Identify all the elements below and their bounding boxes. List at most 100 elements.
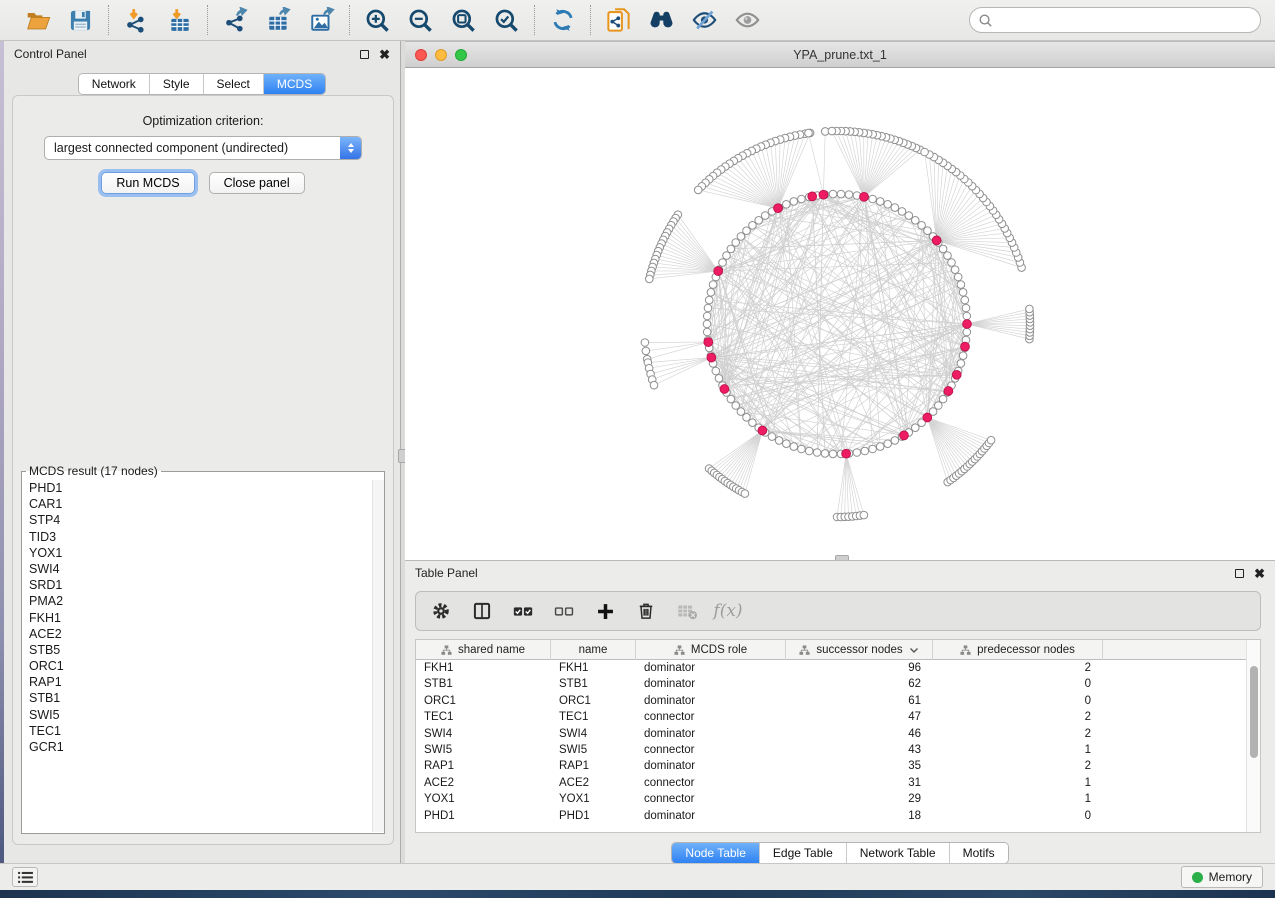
table-row[interactable]: TEC1 TEC1 connector 47 2 — [416, 709, 1260, 725]
add-column-icon[interactable] — [594, 600, 616, 622]
cell-name[interactable]: TEC1 — [551, 709, 636, 725]
float-window-icon[interactable] — [360, 50, 369, 59]
cell-shared-name[interactable]: SWI5 — [416, 742, 551, 758]
cell-predecessor-nodes[interactable]: 1 — [933, 791, 1103, 807]
network-view[interactable] — [405, 69, 1275, 561]
cell-mcds-role[interactable]: connector — [636, 791, 786, 807]
close-panel-icon[interactable]: ✖ — [379, 48, 390, 61]
cell-name[interactable]: ORC1 — [551, 693, 636, 709]
mcds-result-item[interactable]: ORC1 — [23, 658, 371, 674]
cell-shared-name[interactable]: RAP1 — [416, 758, 551, 774]
mcds-result-item[interactable]: CAR1 — [23, 496, 371, 512]
mcds-result-item[interactable]: PHD1 — [23, 480, 371, 496]
control-panel-tab[interactable]: Network — [79, 74, 150, 94]
cell-mcds-role[interactable]: dominator — [636, 808, 786, 824]
cell-successor-nodes[interactable]: 43 — [786, 742, 933, 758]
table-tab[interactable]: Motifs — [950, 843, 1008, 863]
cell-predecessor-nodes[interactable]: 1 — [933, 742, 1103, 758]
select-all-icon[interactable] — [512, 600, 534, 622]
cell-mcds-role[interactable]: dominator — [636, 693, 786, 709]
table-row[interactable]: STB1 STB1 dominator 62 0 — [416, 676, 1260, 692]
mcds-result-item[interactable]: STB1 — [23, 690, 371, 706]
cell-name[interactable]: STB1 — [551, 676, 636, 692]
cell-name[interactable]: YOX1 — [551, 791, 636, 807]
table-row[interactable]: SWI4 SWI4 dominator 46 2 — [416, 726, 1260, 742]
eye-icon[interactable] — [734, 7, 761, 34]
table-tab[interactable]: Network Table — [847, 843, 950, 863]
refresh-icon[interactable] — [549, 7, 576, 34]
cell-successor-nodes[interactable]: 47 — [786, 709, 933, 725]
table-tab[interactable]: Edge Table — [760, 843, 847, 863]
mcds-result-item[interactable]: TID3 — [23, 529, 371, 545]
mcds-result-item[interactable]: SWI4 — [23, 561, 371, 577]
mcds-result-item[interactable]: STB5 — [23, 642, 371, 658]
close-panel-button[interactable]: Close panel — [209, 172, 305, 194]
table-column-header[interactable]: MCDS role — [636, 640, 786, 660]
cell-successor-nodes[interactable]: 31 — [786, 775, 933, 791]
table-tab[interactable]: Node Table — [672, 843, 760, 863]
cell-shared-name[interactable]: SWI4 — [416, 726, 551, 742]
memory-button[interactable]: Memory — [1181, 866, 1263, 888]
control-panel-tab[interactable]: Select — [204, 74, 264, 94]
cell-name[interactable]: FKH1 — [551, 660, 636, 676]
table-column-header[interactable]: predecessor nodes — [933, 640, 1103, 660]
delete-column-icon[interactable] — [635, 600, 657, 622]
cell-shared-name[interactable]: ORC1 — [416, 693, 551, 709]
mcds-result-item[interactable]: RAP1 — [23, 674, 371, 690]
open-folder-icon[interactable] — [24, 7, 51, 34]
cell-mcds-role[interactable]: connector — [636, 742, 786, 758]
cell-mcds-role[interactable]: dominator — [636, 676, 786, 692]
table-row[interactable]: SWI5 SWI5 connector 43 1 — [416, 742, 1260, 758]
mcds-result-item[interactable]: PMA2 — [23, 593, 371, 609]
zoom-out-icon[interactable] — [407, 7, 434, 34]
mcds-result-item[interactable]: TEC1 — [23, 723, 371, 739]
cell-mcds-role[interactable]: dominator — [636, 758, 786, 774]
cell-predecessor-nodes[interactable]: 0 — [933, 676, 1103, 692]
mcds-list-scrollbar[interactable] — [372, 480, 384, 832]
mcds-result-item[interactable]: GCR1 — [23, 739, 371, 755]
network-file-icon[interactable] — [605, 7, 632, 34]
cell-successor-nodes[interactable]: 62 — [786, 676, 933, 692]
import-network-icon[interactable] — [123, 7, 150, 34]
table-row[interactable]: PHD1 PHD1 dominator 18 0 — [416, 808, 1260, 824]
cell-predecessor-nodes[interactable]: 1 — [933, 775, 1103, 791]
cell-name[interactable]: ACE2 — [551, 775, 636, 791]
cell-predecessor-nodes[interactable]: 2 — [933, 709, 1103, 725]
search-input[interactable] — [993, 13, 1252, 27]
run-mcds-button[interactable]: Run MCDS — [101, 172, 194, 194]
settings-gear-icon[interactable] — [430, 600, 452, 622]
cell-predecessor-nodes[interactable]: 0 — [933, 693, 1103, 709]
cell-shared-name[interactable]: TEC1 — [416, 709, 551, 725]
table-row[interactable]: FKH1 FKH1 dominator 96 2 — [416, 660, 1260, 676]
cell-mcds-role[interactable]: dominator — [636, 660, 786, 676]
cell-name[interactable]: PHD1 — [551, 808, 636, 824]
cell-shared-name[interactable]: FKH1 — [416, 660, 551, 676]
table-row[interactable]: YOX1 YOX1 connector 29 1 — [416, 791, 1260, 807]
table-row[interactable]: ORC1 ORC1 dominator 61 0 — [416, 693, 1260, 709]
zoom-selected-icon[interactable] — [493, 7, 520, 34]
close-panel-icon[interactable]: ✖ — [1254, 567, 1265, 580]
cell-predecessor-nodes[interactable]: 2 — [933, 758, 1103, 774]
table-row[interactable]: ACE2 ACE2 connector 31 1 — [416, 775, 1260, 791]
zoom-fit-icon[interactable] — [450, 7, 477, 34]
cell-mcds-role[interactable]: connector — [636, 775, 786, 791]
cell-shared-name[interactable]: STB1 — [416, 676, 551, 692]
mac-minimize-button[interactable] — [435, 49, 447, 61]
mcds-result-item[interactable]: FKH1 — [23, 610, 371, 626]
table-column-header[interactable]: successor nodes — [786, 640, 933, 660]
cell-shared-name[interactable]: YOX1 — [416, 791, 551, 807]
export-table-icon[interactable] — [265, 7, 292, 34]
table-scrollbar-thumb[interactable] — [1250, 666, 1258, 758]
mcds-result-item[interactable]: SWI5 — [23, 707, 371, 723]
cell-name[interactable]: RAP1 — [551, 758, 636, 774]
control-panel-tab[interactable]: Style — [150, 74, 204, 94]
cell-shared-name[interactable]: ACE2 — [416, 775, 551, 791]
binoculars-icon[interactable] — [648, 7, 675, 34]
cell-successor-nodes[interactable]: 46 — [786, 726, 933, 742]
cell-predecessor-nodes[interactable]: 2 — [933, 660, 1103, 676]
table-row[interactable]: RAP1 RAP1 dominator 35 2 — [416, 758, 1260, 774]
cell-predecessor-nodes[interactable]: 0 — [933, 808, 1103, 824]
control-panel-tab[interactable]: MCDS — [264, 74, 325, 94]
mcds-result-list[interactable]: PHD1CAR1STP4TID3YOX1SWI4SRD1PMA2FKH1ACE2… — [23, 480, 371, 832]
cell-successor-nodes[interactable]: 29 — [786, 791, 933, 807]
